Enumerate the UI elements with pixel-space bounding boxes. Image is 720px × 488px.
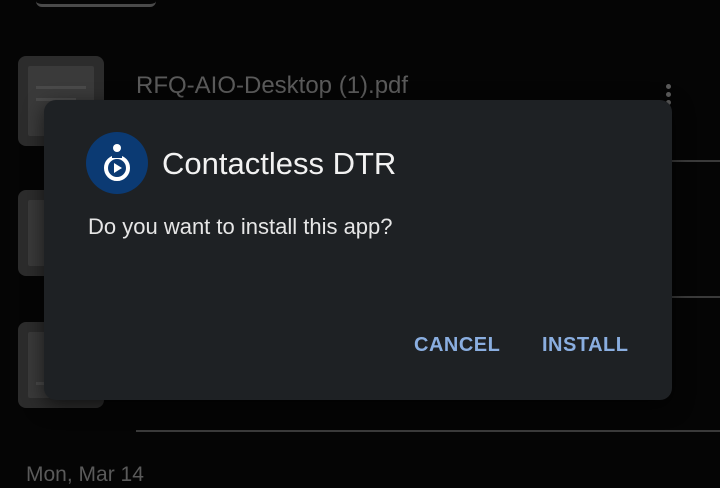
contactless-dtr-app-icon <box>86 132 148 194</box>
divider <box>136 430 720 432</box>
file-name[interactable]: RFQ-AIO-Desktop (1).pdf <box>136 72 408 100</box>
divider <box>672 296 720 298</box>
list-item-fragment <box>36 0 156 7</box>
divider <box>672 160 720 162</box>
install-dialog: Contactless DTR Do you want to install t… <box>44 100 672 400</box>
cancel-button[interactable]: CANCEL <box>414 334 500 357</box>
app-name: Contactless DTR <box>162 146 397 181</box>
date-header: Mon, Mar 14 <box>26 463 144 486</box>
install-prompt: Do you want to install this app? <box>88 214 393 239</box>
install-button[interactable]: INSTALL <box>542 334 628 357</box>
